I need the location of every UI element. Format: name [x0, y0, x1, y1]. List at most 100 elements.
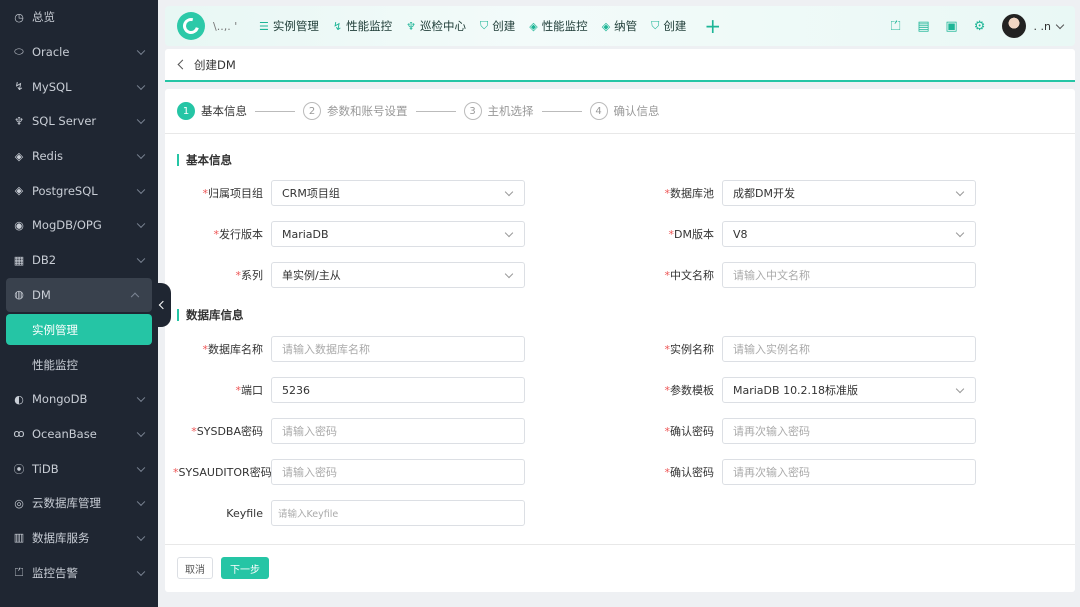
nav-item-4[interactable]: ◈ 性能监控 [529, 18, 587, 34]
sidebar-item-label: 云数据库管理 [32, 496, 101, 511]
sidebar-item-mogdb[interactable]: ◉ MogDB/OPG [0, 208, 158, 243]
step-connector [541, 110, 582, 112]
release-version-field: *发行版本 MariaDB [173, 221, 525, 247]
db-name-input[interactable]: 请输入数据库名称 [271, 336, 525, 362]
sidebar-item-redis[interactable]: ◈ Redis [0, 139, 158, 174]
monitor-icon: ↯ [332, 19, 343, 33]
sidebar-item-label: MongoDB [32, 392, 88, 407]
dm-version-select[interactable]: V8 [722, 221, 976, 247]
chevron-down-icon [136, 46, 146, 56]
add-shortcut-button[interactable]: + [704, 16, 721, 36]
chevron-down-icon [504, 228, 514, 238]
sidebar-item-label: Redis [32, 149, 64, 164]
nav-item-5[interactable]: ◈ 纳管 [602, 18, 637, 34]
confirm-password-input-1[interactable]: 请再次输入密码 [722, 418, 976, 444]
nav-item-3[interactable]: ⛉ 创建 [480, 18, 515, 34]
chevron-down-icon[interactable] [1055, 20, 1065, 29]
sidebar-item-oceanbase[interactable]: ꝏ OceanBase [0, 417, 158, 452]
confirm-password-field-1: *确认密码 请再次输入密码 [624, 418, 976, 444]
confirm-password-field-2: *确认密码 请再次输入密码 [624, 459, 976, 485]
section-title-db: 数据库信息 [177, 309, 244, 321]
user-name[interactable]: . .n [1034, 20, 1051, 33]
section-title-basic: 基本信息 [177, 154, 232, 166]
sidebar-item-tidb[interactable]: ⦿ TiDB [0, 451, 158, 486]
nav-item-2[interactable]: ♆ 巡检中心 [406, 18, 466, 34]
sidebar-item-db2[interactable]: ▦ DB2 [0, 243, 158, 278]
bell-icon[interactable]: ⏍ [888, 18, 904, 34]
next-step-button[interactable]: 下一步 [221, 557, 269, 579]
sysauditor-password-field: *SYSAUDITOR密码 请输入密码 [173, 459, 525, 485]
db-pool-field: *数据库池 成都DM开发 [624, 180, 976, 206]
sidebar-item-sqlserver[interactable]: ♆ SQL Server [0, 104, 158, 139]
mogdb-icon: ◉ [14, 218, 24, 232]
oracle-icon: ⬭ [14, 45, 24, 59]
divider [165, 133, 1075, 134]
sidebar-subitem-perf-monitor[interactable]: 性能监控 [0, 347, 158, 382]
db-service-icon: ▥ [13, 531, 25, 545]
release-version-select[interactable]: MariaDB [271, 221, 525, 247]
sidebar-item-label: OceanBase [32, 426, 97, 441]
sidebar-item-label: Oracle [32, 45, 70, 60]
chevron-down-icon [136, 567, 146, 576]
sidebar-item-mongodb[interactable]: ◐ MongoDB [0, 382, 158, 417]
sidebar-item-oracle[interactable]: ⬭ Oracle [0, 35, 158, 70]
sidebar-item-dm[interactable]: ◍ DM [6, 277, 152, 313]
top-nav: ☰ 实例管理 ↯ 性能监控 ♆ 巡检中心 ⛉ 创建 ◈ 性能监控 ◈ 纳管 ⛉ 创建 [259, 18, 700, 34]
sidebar-item-label: DM [32, 287, 51, 302]
series-select[interactable]: 单实例/主从 [271, 262, 525, 288]
sidebar-item-label: MySQL [32, 79, 72, 94]
instance-name-input[interactable]: 请输入实例名称 [722, 336, 976, 362]
sidebar-item-label: TiDB [32, 461, 59, 476]
project-group-select[interactable]: CRM项目组 [271, 180, 525, 206]
sidebar-item-label: PostgreSQL [32, 183, 98, 198]
nav-item-1[interactable]: ↯ 性能监控 [333, 18, 392, 34]
divider [165, 544, 1075, 545]
avatar[interactable] [1001, 14, 1026, 38]
screen-icon[interactable]: ▣ [944, 18, 960, 34]
port-input[interactable]: 5236 [271, 377, 525, 403]
oceanbase-icon: ꝏ [13, 427, 25, 441]
chevron-down-icon [136, 185, 146, 194]
nav-item-6[interactable]: ⛉ 创建 [651, 18, 686, 34]
confirm-password-input-2[interactable]: 请再次输入密码 [722, 459, 976, 485]
main-panel: 1 基本信息 2 参数和账号设置 3 主机选择 4 确认信息 基本信息 *归属项目组 C… [165, 89, 1075, 592]
sidebar-item-db-service[interactable]: ▥ 数据库服务 [0, 521, 158, 556]
logo[interactable] [177, 12, 205, 40]
cn-name-input[interactable]: 请输入中文名称 [722, 262, 976, 288]
sidebar-item-alarm[interactable]: ⏍ 监控告警 [0, 555, 158, 590]
chevron-down-icon [136, 532, 146, 542]
sidebar-subitem-instance-manage[interactable]: 实例管理 [6, 314, 152, 346]
sidebar-item-label: 总览 [32, 10, 55, 25]
steps: 1 基本信息 2 参数和账号设置 3 主机选择 4 确认信息 [177, 101, 660, 121]
sysauditor-password-input[interactable]: 请输入密码 [271, 459, 525, 485]
sidebar-collapse-button[interactable] [152, 283, 171, 327]
postgresql-icon: ◈ [14, 184, 24, 198]
step-3: 3 主机选择 [463, 102, 534, 120]
param-template-select[interactable]: MariaDB 10.2.18标准版 [722, 377, 976, 403]
top-navbar: \..,. ' ☰ 实例管理 ↯ 性能监控 ♆ 巡检中心 ⛉ 创建 ◈ 性能监控 ◈ 纳管 ⛉ 创建 + … [165, 6, 1075, 46]
chevron-down-icon [955, 384, 965, 394]
clipboard-icon[interactable]: ▤ [916, 18, 932, 34]
sysdba-password-input[interactable]: 请输入密码 [271, 418, 525, 444]
keyfile-input[interactable]: 请输入Keyfile [271, 500, 525, 526]
gear-icon[interactable]: ⚙ [972, 18, 988, 34]
db-name-field: *数据库名称 请输入数据库名称 [173, 336, 525, 362]
logo-text: \..,. ' [213, 19, 238, 33]
cn-name-field: *中文名称 请输入中文名称 [624, 262, 976, 288]
chevron-left-icon [158, 300, 168, 310]
cancel-button[interactable]: 取消 [177, 557, 213, 579]
chevron-down-icon [136, 81, 146, 90]
series-field: *系列 单实例/主从 [173, 262, 525, 288]
instance-name-field: *实例名称 请输入实例名称 [624, 336, 976, 362]
back-arrow-icon[interactable] [177, 59, 188, 70]
nav-item-0[interactable]: ☰ 实例管理 [259, 18, 319, 34]
db-pool-select[interactable]: 成都DM开发 [722, 180, 976, 206]
sidebar-item-cloud-db[interactable]: ◎ 云数据库管理 [0, 486, 158, 521]
sidebar-item-dashboard[interactable]: ◷ 总览 [0, 0, 158, 35]
step-2: 2 参数和账号设置 [303, 102, 408, 120]
sqlserver-icon: ♆ [14, 114, 24, 128]
sidebar: ◷ 总览 ⬭ Oracle ↯ MySQL ♆ SQL Server ◈ Redis ◈ Postgr… [0, 0, 158, 607]
sidebar-item-mysql[interactable]: ↯ MySQL [0, 69, 158, 104]
sidebar-item-postgresql[interactable]: ◈ PostgreSQL [0, 173, 158, 208]
redis-icon: ◈ [14, 149, 24, 163]
